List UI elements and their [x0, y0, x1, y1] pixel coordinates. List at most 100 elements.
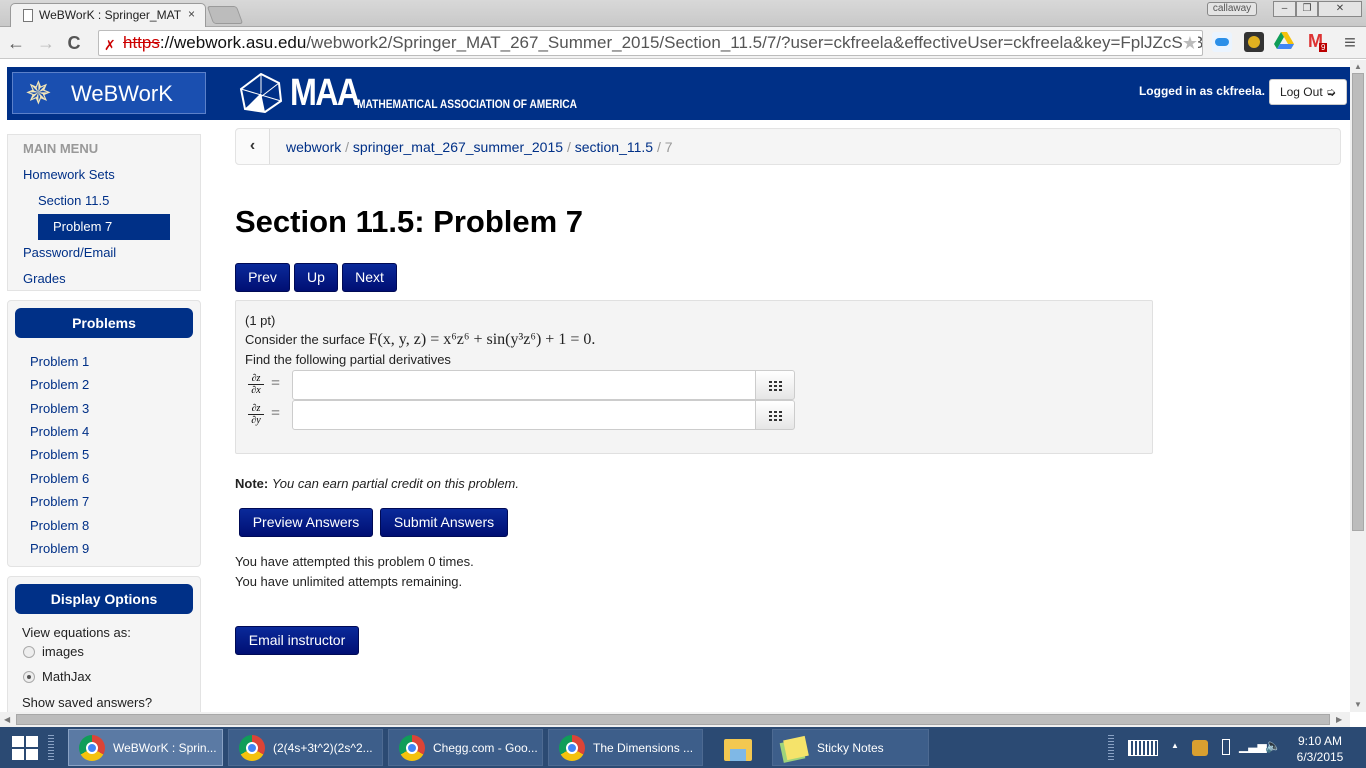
problem-link[interactable]: Problem 3 [30, 401, 89, 416]
network-globe-icon[interactable] [1192, 740, 1208, 756]
grid-icon [769, 381, 782, 391]
taskbar-item-chegg[interactable]: Chegg.com - Goo... [388, 729, 543, 766]
problem-link[interactable]: Problem 7 [30, 494, 89, 509]
close-window-button[interactable]: ✕ [1318, 1, 1362, 17]
menu-section-11-5[interactable]: Section 11.5 [38, 193, 109, 208]
surface-equation: F(x, y, z) = x⁶z⁶ + sin(y³z⁶) + 1 = 0. [368, 331, 596, 348]
equation-editor-button[interactable] [755, 370, 795, 400]
email-instructor-button[interactable]: Email instructor [235, 626, 359, 655]
breadcrumb-link[interactable]: springer_mat_267_summer_2015 [353, 139, 563, 155]
scroll-down-arrow-icon[interactable]: ▼ [1354, 700, 1362, 709]
menu-homework-sets[interactable]: Homework Sets [23, 167, 115, 182]
check-extension-icon[interactable] [1244, 32, 1264, 52]
reload-icon[interactable]: C [64, 33, 84, 53]
system-clock[interactable]: 9:10 AM 6/3/2015 [1290, 733, 1350, 765]
horizontal-scrollbar[interactable]: ◀ ▶ [0, 712, 1350, 727]
tray-grip [1108, 735, 1114, 761]
tab-close-icon[interactable]: × [188, 7, 195, 21]
menu-problem-7-active[interactable]: Problem 7 [38, 214, 170, 240]
vertical-scrollbar[interactable]: ▲ ▼ [1350, 60, 1366, 712]
problem-statement: Consider the surface F(x, y, z) = x⁶z⁶ +… [245, 331, 595, 349]
horizontal-scroll-thumb[interactable] [16, 714, 1330, 725]
webwork-logo[interactable]: ✵ WeBWorK [12, 72, 206, 114]
equals-sign: = [271, 375, 281, 392]
url-path: /webwork2/Springer_MAT_267_Summer_2015/S… [306, 33, 1203, 52]
google-drive-icon[interactable] [1274, 32, 1294, 52]
taskbar-item-dimensions[interactable]: The Dimensions ... [548, 729, 703, 766]
radio-mathjax-label: MathJax [42, 669, 92, 684]
submit-answers-button[interactable]: Submit Answers [380, 508, 508, 537]
problem-link[interactable]: Problem 6 [30, 471, 89, 486]
chrome-icon [79, 735, 105, 761]
profile-badge[interactable]: callaway [1207, 2, 1257, 16]
signal-strength-icon[interactable]: ▁▃▅ [1239, 739, 1267, 753]
problem-link[interactable]: Problem 4 [30, 424, 89, 439]
chrome-menu-icon[interactable]: ≡ [1340, 33, 1360, 53]
menu-grades[interactable]: Grades [23, 271, 66, 286]
browser-tab[interactable]: WeBWorK : Springer_MAT × [10, 3, 206, 27]
show-hidden-icons-arrow[interactable]: ▲ [1171, 741, 1179, 750]
windows-taskbar: WeBWorK : Sprin... (2(4s+3t^2)(2s^2... C… [0, 727, 1366, 768]
touch-keyboard-icon[interactable] [1128, 740, 1158, 756]
answer-input-dz-dy[interactable] [292, 400, 756, 430]
problem-link[interactable]: Problem 9 [30, 541, 89, 556]
chrome-icon [399, 735, 425, 761]
cloud-extension-icon[interactable] [1212, 32, 1232, 52]
minimize-button[interactable]: ‒ [1273, 1, 1296, 17]
file-explorer-icon[interactable] [722, 735, 754, 763]
forward-arrow-icon[interactable]: → [36, 33, 56, 53]
problem-link[interactable]: Problem 2 [30, 377, 89, 392]
page-title: Section 11.5: Problem 7 [235, 204, 584, 239]
url-scheme: https [123, 33, 160, 52]
saved-answers-label: Show saved answers? [22, 695, 153, 710]
vertical-scroll-thumb[interactable] [1352, 73, 1364, 531]
webwork-star-icon: ✵ [25, 75, 52, 111]
breadcrumb-link[interactable]: section_11.5 [575, 139, 653, 155]
windows-start-button[interactable] [12, 736, 38, 760]
taskbar-item-webwork[interactable]: WeBWorK : Sprin... [68, 729, 223, 766]
radio-images[interactable] [23, 646, 35, 658]
breadcrumb-separator: / [345, 139, 350, 155]
breadcrumb-back-button[interactable]: ‹ [236, 129, 270, 164]
menu-password-email[interactable]: Password/Email [23, 245, 116, 260]
partial-credit-note: Note: You can earn partial credit on thi… [235, 476, 519, 491]
bookmark-star-icon[interactable]: ★ [1181, 31, 1198, 55]
battery-icon[interactable] [1222, 739, 1230, 755]
logout-button[interactable]: Log Out ➭ [1269, 79, 1347, 105]
browser-toolbar: ← → C ✗ https://webwork.asu.edu/webwork2… [0, 27, 1366, 59]
prev-button[interactable]: Prev [235, 263, 290, 292]
problem-link[interactable]: Problem 1 [30, 354, 89, 369]
breadcrumb-separator: / [656, 139, 661, 155]
scroll-up-arrow-icon[interactable]: ▲ [1354, 62, 1362, 71]
problems-panel: Problems Problem 1 Problem 2 Problem 3 P… [7, 300, 201, 567]
address-bar[interactable]: ✗ https://webwork.asu.edu/webwork2/Sprin… [98, 30, 1203, 56]
up-button[interactable]: Up [294, 263, 338, 292]
chrome-icon [559, 735, 585, 761]
taskbar-item-label: Chegg.com - Goo... [433, 741, 538, 755]
back-arrow-icon[interactable]: ← [6, 33, 26, 53]
taskbar-grip [48, 735, 54, 761]
volume-icon[interactable]: 🔈 [1265, 738, 1281, 754]
main-menu-heading: MAIN MENU [23, 141, 99, 156]
taskbar-item-label: WeBWorK : Sprin... [113, 741, 217, 755]
taskbar-item-sticky-notes[interactable]: Sticky Notes [772, 729, 929, 766]
next-button[interactable]: Next [342, 263, 397, 292]
note-text: You can earn partial credit on this prob… [271, 476, 519, 491]
breadcrumb-link[interactable]: webwork [286, 139, 341, 155]
answer-input-dz-dx[interactable] [292, 370, 756, 400]
scroll-right-arrow-icon[interactable]: ▶ [1336, 715, 1342, 724]
preview-answers-button[interactable]: Preview Answers [239, 508, 373, 537]
equals-sign: = [271, 405, 281, 422]
equation-editor-button[interactable] [755, 400, 795, 430]
attempts-count-text: You have attempted this problem 0 times. [235, 554, 474, 569]
scroll-left-arrow-icon[interactable]: ◀ [4, 715, 10, 724]
radio-mathjax[interactable] [23, 671, 35, 683]
new-tab-button[interactable] [206, 6, 244, 24]
taskbar-item-chrome[interactable]: (2(4s+3t^2)(2s^2... [228, 729, 383, 766]
problem-link[interactable]: Problem 8 [30, 518, 89, 533]
restore-button[interactable]: ❐ [1296, 1, 1318, 17]
gmail-icon[interactable]: M9 [1308, 32, 1328, 52]
fraction-denominator: ∂x [251, 385, 261, 396]
problem-link[interactable]: Problem 5 [30, 447, 89, 462]
sticky-notes-icon [783, 735, 809, 761]
